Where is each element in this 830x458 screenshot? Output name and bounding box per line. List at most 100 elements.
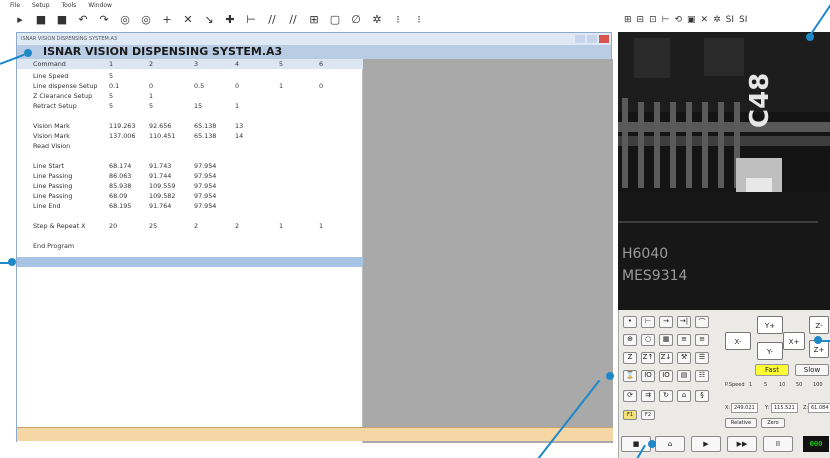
column-header-2[interactable]: 2 (149, 60, 153, 68)
delete-icon[interactable]: ✕ (182, 14, 194, 26)
play-button[interactable]: ▶ (691, 436, 721, 452)
value-cell[interactable]: 119.263 (109, 122, 135, 130)
column-header-5[interactable]: 5 (279, 60, 283, 68)
tool-io-button[interactable]: IO (641, 370, 655, 382)
command-cell[interactable]: Vision Mark (33, 122, 70, 130)
tool-list-button[interactable]: ☷ (695, 370, 709, 382)
command-cell[interactable]: Retract Setup (33, 102, 77, 110)
rotate-icon[interactable]: ⟲ (674, 15, 682, 25)
value-cell[interactable]: 91.744 (149, 172, 171, 180)
value-cell[interactable]: 109.582 (149, 192, 175, 200)
command-cell[interactable]: Line Passing (33, 172, 72, 180)
value-cell[interactable]: 5 (149, 102, 153, 110)
value-cell[interactable]: 137.006 (109, 132, 135, 140)
maximize-button[interactable] (587, 35, 597, 43)
value-cell[interactable]: 14 (235, 132, 243, 140)
value-cell[interactable]: 97.954 (194, 182, 216, 190)
command-cell[interactable]: End Program (33, 242, 74, 250)
stop-button[interactable]: ■ (621, 436, 651, 452)
tool-wait-button[interactable]: ⌛ (623, 370, 637, 382)
tool-grid-button[interactable]: ▤ (677, 370, 691, 382)
camera-spark-icon[interactable]: ✲ (713, 15, 721, 25)
value-cell[interactable]: 13 (235, 122, 243, 130)
value-cell[interactable]: 110.451 (149, 132, 175, 140)
si-icon[interactable]: SI (726, 15, 734, 25)
table-row[interactable]: Line Passing 68.09 109.582 97.954 (17, 191, 363, 201)
value-cell[interactable]: 97.954 (194, 162, 216, 170)
value-cell[interactable]: 20 (109, 222, 117, 230)
value-cell[interactable]: 1 (279, 82, 283, 90)
tool-call-button[interactable]: ⌂ (677, 390, 691, 402)
table-row[interactable]: Line Passing 85.938 109.559 97.954 (17, 181, 363, 191)
tool-arc-button[interactable]: ⌒ (695, 316, 709, 328)
undo-icon[interactable]: ↶ (77, 14, 89, 26)
value-cell[interactable]: 92.656 (149, 122, 171, 130)
value-cell[interactable]: 91.764 (149, 202, 171, 210)
command-grid[interactable]: Command 1 2 3 4 5 6 Line Speed 5 Line disp… (17, 59, 363, 443)
fast-speed-button[interactable]: Fast (755, 364, 789, 376)
command-cell[interactable]: Vision Mark (33, 132, 70, 140)
menu-setup[interactable]: Setup (32, 2, 49, 9)
jog-y-plus-button[interactable]: Y+ (757, 316, 783, 334)
tool-repeat-button[interactable]: ⟳ (623, 390, 637, 402)
value-cell[interactable]: 0 (319, 82, 323, 90)
speed-option-5[interactable]: 5 (764, 382, 767, 388)
hatch-alt-icon[interactable]: // (287, 14, 299, 26)
column-header-4[interactable]: 4 (235, 60, 239, 68)
value-cell[interactable]: 85.938 (109, 182, 131, 190)
value-cell[interactable]: 25 (149, 222, 157, 230)
slow-speed-button[interactable]: Slow (795, 364, 829, 376)
speed-option-50[interactable]: 50 (796, 382, 802, 388)
tool-hammer-button[interactable]: ⚒ (677, 352, 691, 364)
tool-z-up-button[interactable]: Z↑ (641, 352, 655, 364)
command-cell[interactable]: Line dispense Setup (33, 82, 97, 90)
command-cell[interactable]: Z Clearance Setup (33, 92, 92, 100)
value-cell[interactable]: 97.954 (194, 202, 216, 210)
command-cell[interactable]: Read Vision (33, 142, 70, 150)
value-cell[interactable]: 0 (235, 82, 239, 90)
table-row[interactable]: Retract Setup 5 5 15 1 (17, 101, 363, 111)
value-cell[interactable]: 0.5 (194, 82, 204, 90)
command-cell[interactable]: Line Start (33, 162, 64, 170)
value-cell[interactable]: 86.063 (109, 172, 131, 180)
jog-z-minus-button[interactable]: Z- (809, 316, 829, 334)
arrow-icon[interactable]: ↘ (203, 14, 215, 26)
grid-minus-icon[interactable]: ⊟ (637, 15, 645, 25)
jog-y-minus-button[interactable]: Y- (757, 342, 783, 360)
value-cell[interactable]: 0.1 (109, 82, 119, 90)
speed-option-100[interactable]: 100 (813, 382, 823, 388)
vision-icon[interactable]: ⊞ (308, 14, 320, 26)
f1-button[interactable]: F1 (623, 410, 637, 420)
tool-setup-alt-button[interactable]: ≡ (695, 334, 709, 346)
table-row[interactable]: Vision Mark 119.263 92.656 65.138 13 (17, 121, 363, 131)
value-cell[interactable]: 97.954 (194, 172, 216, 180)
hatch-icon[interactable]: // (266, 14, 278, 26)
tool-setup-button[interactable]: ≡ (677, 334, 691, 346)
column-header-3[interactable]: 3 (194, 60, 198, 68)
table-row[interactable]: Step & Repeat X 20 25 2 2 1 1 (17, 221, 363, 231)
value-cell[interactable]: 5 (109, 92, 113, 100)
si-alt-icon[interactable]: SI (739, 15, 747, 25)
fill-icon[interactable]: ▣ (687, 15, 696, 25)
zero-button[interactable]: Zero (761, 418, 785, 428)
tool-line-start-button[interactable]: ⊢ (641, 316, 655, 328)
command-cell[interactable]: Line Passing (33, 192, 72, 200)
value-cell[interactable]: 1 (279, 222, 283, 230)
spark-icon[interactable]: ✲ (371, 14, 383, 26)
value-cell[interactable]: 2 (235, 222, 239, 230)
value-cell[interactable]: 5 (109, 72, 113, 80)
redo-icon[interactable]: ↷ (98, 14, 110, 26)
value-cell[interactable]: 68.195 (109, 202, 131, 210)
align-icon[interactable]: ⊢ (662, 15, 670, 25)
table-row[interactable]: End Program (17, 241, 363, 251)
grid-icon[interactable]: ⊞ (624, 15, 632, 25)
value-cell[interactable]: 2 (194, 222, 198, 230)
insert-icon[interactable]: ✚ (224, 14, 236, 26)
target-alt-icon[interactable]: ◎ (140, 14, 152, 26)
tool-circle-button[interactable]: ⊕ (623, 334, 637, 346)
tool-line-pass-button[interactable]: → (659, 316, 673, 328)
jog-x-plus-button[interactable]: X+ (783, 332, 805, 350)
tool-z-button[interactable]: Z (623, 352, 637, 364)
table-row-selected[interactable] (17, 257, 363, 267)
tool-sub-button[interactable]: § (695, 390, 709, 402)
